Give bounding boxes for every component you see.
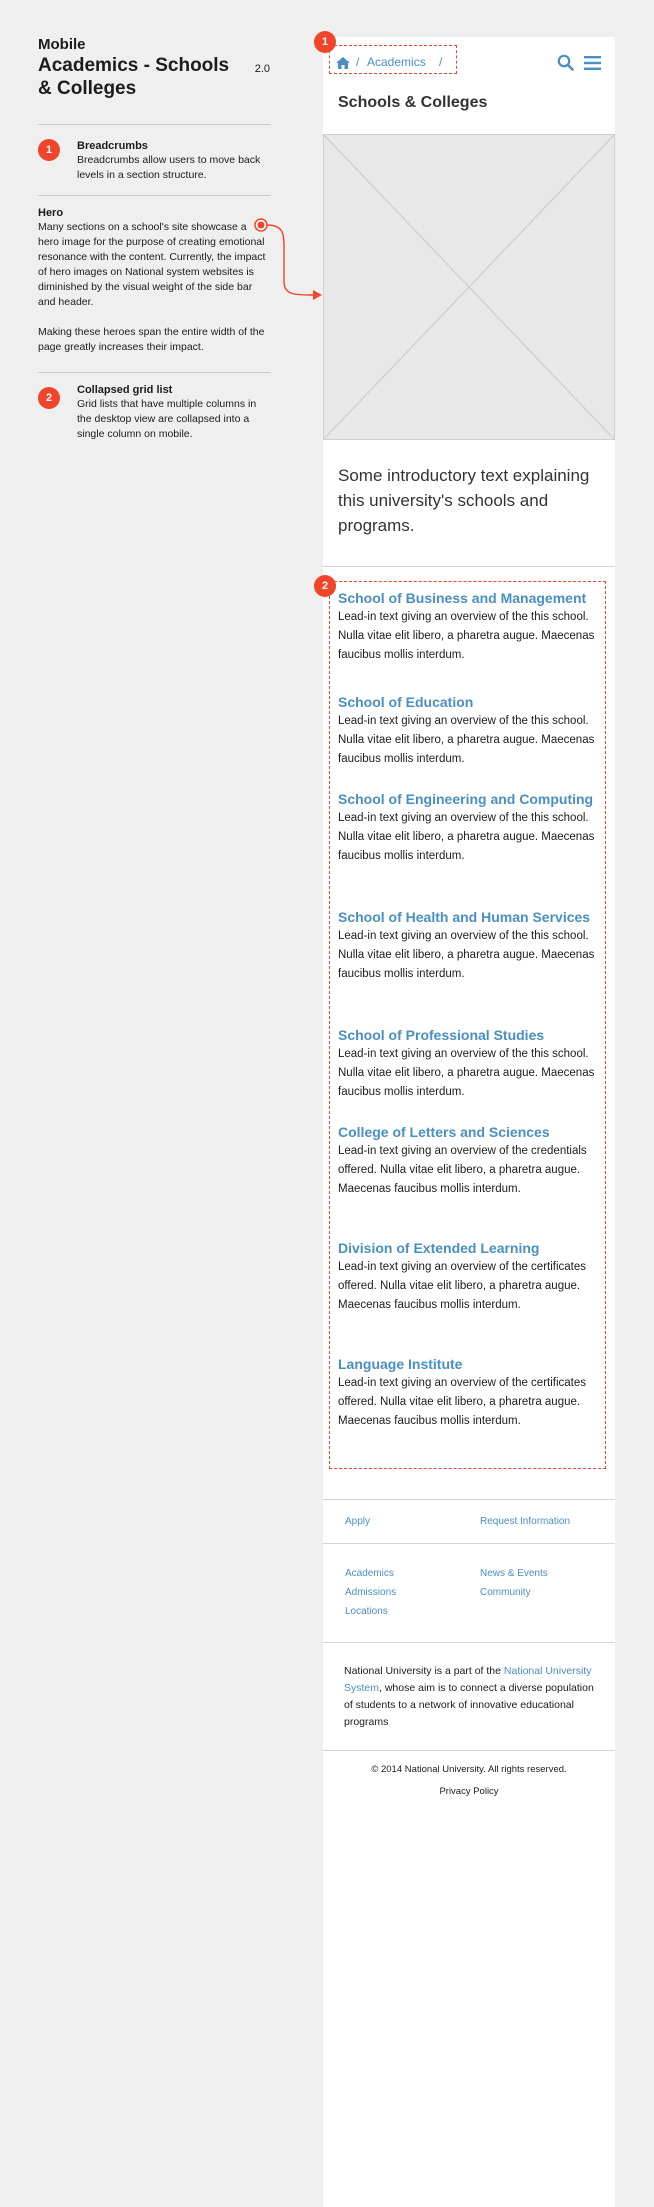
divider: [323, 1750, 615, 1751]
school-item: Language Institute Lead-in text giving a…: [338, 1354, 596, 1431]
search-icon[interactable]: [557, 54, 574, 71]
note-heading: Breadcrumbs: [77, 140, 148, 152]
apply-link[interactable]: Apply: [345, 1516, 370, 1527]
school-description: Lead-in text giving an overview of the c…: [338, 1261, 587, 1311]
note-breadcrumbs: 1 Breadcrumbs Breadcrumbs allow users to…: [38, 139, 270, 184]
footer-link-academics[interactable]: Academics: [345, 1568, 394, 1579]
breadcrumb-separator: /: [356, 55, 360, 69]
breadcrumb-separator: /: [439, 55, 443, 69]
about-text: National University is a part of the Nat…: [344, 1663, 594, 1731]
school-link[interactable]: School of Business and Management: [338, 588, 596, 608]
school-description: Lead-in text giving an overview of the t…: [338, 715, 595, 765]
school-item: College of Letters and Sciences Lead-in …: [338, 1122, 596, 1199]
copyright: © 2014 National University. All rights r…: [371, 1764, 567, 1775]
school-description: Lead-in text giving an overview of the t…: [338, 812, 595, 862]
about-text-tail: , whose aim is to connect a diverse popu…: [344, 1682, 594, 1728]
school-link[interactable]: Division of Extended Learning: [338, 1238, 596, 1258]
version-label: 2.0: [254, 63, 270, 75]
footer-link-admissions[interactable]: Admissions: [345, 1587, 396, 1598]
school-link[interactable]: Language Institute: [338, 1354, 596, 1374]
divider: [38, 372, 270, 373]
privacy-policy-link[interactable]: Privacy Policy: [323, 1786, 615, 1797]
page-title: Schools & Colleges: [338, 94, 488, 111]
divider: [323, 566, 615, 567]
mobile-header: / Academics /: [323, 37, 615, 86]
home-icon[interactable]: [336, 57, 350, 69]
school-description: Lead-in text giving an overview of the t…: [338, 611, 595, 661]
request-information-link[interactable]: Request Information: [480, 1516, 570, 1527]
note-heading: Hero: [38, 207, 64, 219]
divider: [323, 1642, 615, 1643]
annotation-marker: 1: [314, 31, 336, 53]
note-collapsed-grid: 2 Collapsed grid list Grid lists that ha…: [38, 383, 270, 442]
school-item: School of Professional Studies Lead-in t…: [338, 1025, 596, 1102]
school-item: School of Health and Human Services Lead…: [338, 907, 596, 984]
divider: [323, 1543, 615, 1544]
school-item: School of Education Lead-in text giving …: [338, 692, 596, 769]
hero-image-placeholder: [323, 134, 615, 440]
kicker: Mobile: [38, 36, 86, 53]
page-heading: Academics - Schools & Colleges: [38, 55, 230, 99]
school-item: School of Business and Management Lead-i…: [338, 588, 596, 665]
note-badge: 1: [38, 139, 60, 161]
note-text: Many sections on a school's site showcas…: [38, 221, 266, 308]
school-link[interactable]: School of Health and Human Services: [338, 907, 596, 927]
note-badge: 2: [38, 387, 60, 409]
footer-link-locations[interactable]: Locations: [345, 1606, 388, 1617]
divider: [38, 195, 270, 196]
school-item: Division of Extended Learning Lead-in te…: [338, 1238, 596, 1315]
divider: [323, 1499, 615, 1500]
school-item: School of Engineering and Computing Lead…: [338, 789, 596, 866]
school-link[interactable]: School of Professional Studies: [338, 1025, 596, 1045]
annotation-marker: 2: [314, 575, 336, 597]
school-description: Lead-in text giving an overview of the c…: [338, 1145, 587, 1195]
note-text: Making these heroes span the entire widt…: [38, 326, 265, 353]
intro-text: Some introductory text explaining this u…: [338, 466, 590, 535]
annotation-panel: Mobile Academics - Schools & Colleges 2.…: [38, 36, 270, 442]
note-hero: Hero Many sections on a school's site sh…: [38, 206, 270, 355]
footer-link-community[interactable]: Community: [480, 1587, 531, 1598]
menu-icon[interactable]: [584, 56, 601, 70]
note-heading: Collapsed grid list: [77, 384, 173, 396]
mobile-screen: / Academics / Schools & Colleges Some in…: [323, 37, 615, 2207]
school-link[interactable]: School of Education: [338, 692, 596, 712]
about-text-lead: National University is a part of the: [344, 1665, 504, 1677]
divider: [38, 124, 270, 125]
school-description: Lead-in text giving an overview of the t…: [338, 930, 595, 980]
note-text: Grid lists that have multiple columns in…: [77, 398, 257, 440]
school-link[interactable]: College of Letters and Sciences: [338, 1122, 596, 1142]
school-description: Lead-in text giving an overview of the c…: [338, 1377, 587, 1427]
school-description: Lead-in text giving an overview of the t…: [338, 1048, 595, 1098]
footer-link-news-events[interactable]: News & Events: [480, 1568, 548, 1579]
hero-placeholder-cross: [324, 135, 614, 439]
note-text: Breadcrumbs allow users to move back lev…: [77, 154, 261, 181]
school-link[interactable]: School of Engineering and Computing: [338, 789, 596, 809]
breadcrumb-link-academics[interactable]: Academics: [367, 55, 426, 69]
